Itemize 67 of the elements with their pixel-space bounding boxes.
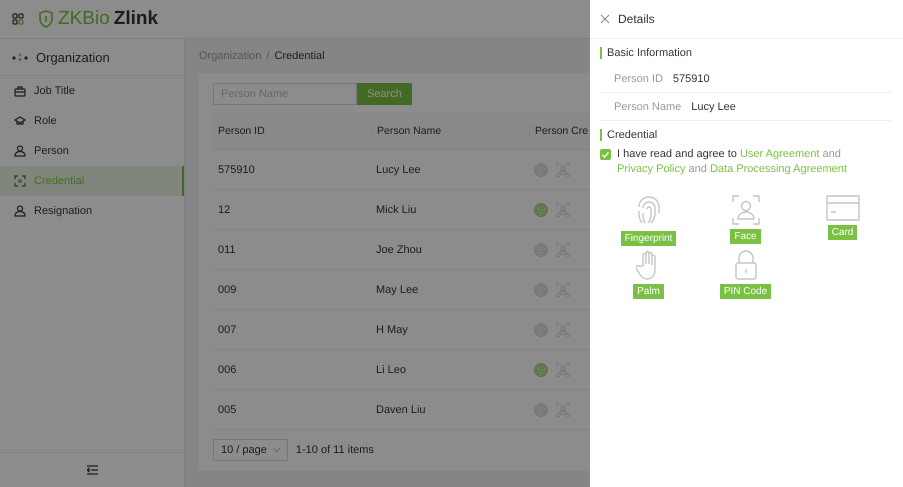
logo-brand: ZKBio <box>58 8 110 30</box>
face-scan-icon <box>556 322 570 336</box>
table-cell-text: 007 <box>217 324 238 336</box>
face-scan-icon <box>556 202 570 216</box>
face-scan-icon <box>556 242 570 256</box>
table-cell-text: H May <box>375 324 409 336</box>
sidebar-item[interactable]: Credential <box>0 166 184 196</box>
face-scan-icon <box>556 162 570 176</box>
app-grid-icon[interactable] <box>12 13 24 25</box>
face-scan-icon <box>556 402 570 416</box>
table-cell-text: Daven Liu <box>375 404 427 416</box>
drawer-title: Details <box>618 12 655 26</box>
org-dots-icon <box>12 53 28 61</box>
page-size-select[interactable]: 10 / page <box>213 439 288 461</box>
card-icon <box>826 195 860 221</box>
person-icon <box>14 145 26 157</box>
agreement-text: I have read and agree to User Agreement and Privacy Policy and Data Processing Agreement <box>617 147 848 177</box>
table-cell-text: 12 <box>217 204 232 216</box>
sidebar-item[interactable]: Job Title <box>0 76 184 106</box>
credential-button[interactable]: Palm <box>633 284 664 299</box>
briefcase-icon <box>14 86 26 96</box>
table-cell-text: Li Leo <box>375 364 407 376</box>
table-cell-text: May Lee <box>375 284 420 296</box>
breadcrumb-separator: / <box>266 50 270 62</box>
sidebar-title: Organization <box>36 50 110 64</box>
credential-button[interactable]: Card <box>828 225 858 240</box>
table-cell-text: 011 <box>217 244 237 256</box>
column-header: Person Name <box>371 125 529 137</box>
padlock-icon <box>734 250 758 280</box>
table-cell-text: 006 <box>217 364 238 376</box>
field-label: Person Name <box>614 100 682 112</box>
credential-button[interactable]: Fingerprint <box>620 231 676 246</box>
column-header: Person ID <box>217 125 266 137</box>
credential-button[interactable]: PIN Code <box>720 284 772 299</box>
table-cell-text: Lucy Lee <box>375 164 422 176</box>
breadcrumb-current: Credential <box>274 50 325 62</box>
privacy-policy-link[interactable]: Privacy Policy <box>617 163 686 175</box>
field-value: Lucy Lee <box>691 100 736 112</box>
table-cell-text: Joe Zhou <box>375 244 423 256</box>
table-cell-text: 009 <box>217 284 238 296</box>
person-icon <box>14 205 26 217</box>
table-cell-text: 005 <box>217 404 238 416</box>
chevron-down-icon <box>272 448 280 452</box>
scan-icon <box>14 175 26 187</box>
face-scan-icon <box>556 282 570 296</box>
credential-button[interactable]: Face <box>730 229 761 244</box>
face-scan-icon <box>732 195 760 225</box>
sidebar-item[interactable]: Person <box>0 136 184 166</box>
section-heading: Basic Information <box>600 47 891 59</box>
table-cell-text: 575910 <box>217 164 256 176</box>
field-label: Person ID <box>614 72 663 84</box>
user-agreement-link[interactable]: User Agreement <box>740 148 820 160</box>
agreement-checkbox[interactable] <box>600 149 611 160</box>
section-heading: Credential <box>600 129 891 141</box>
data-processing-link[interactable]: Data Processing Agreement <box>710 163 847 175</box>
search-button[interactable]: Search <box>357 83 412 105</box>
graduation-cap-icon <box>14 116 26 126</box>
logo-product: Zlink <box>114 8 158 30</box>
shield-logo-icon <box>38 10 54 28</box>
field-value: 575910 <box>672 72 710 84</box>
table-cell-text: Mick Liu <box>375 204 418 216</box>
sidebar-item[interactable]: Role <box>0 106 184 136</box>
face-scan-icon <box>556 362 570 376</box>
sidebar-item[interactable]: Resignation <box>0 196 184 226</box>
pagination-summary: 1-10 of 11 items <box>296 444 374 456</box>
close-icon[interactable] <box>600 14 610 24</box>
collapse-menu-icon[interactable] <box>86 465 98 475</box>
